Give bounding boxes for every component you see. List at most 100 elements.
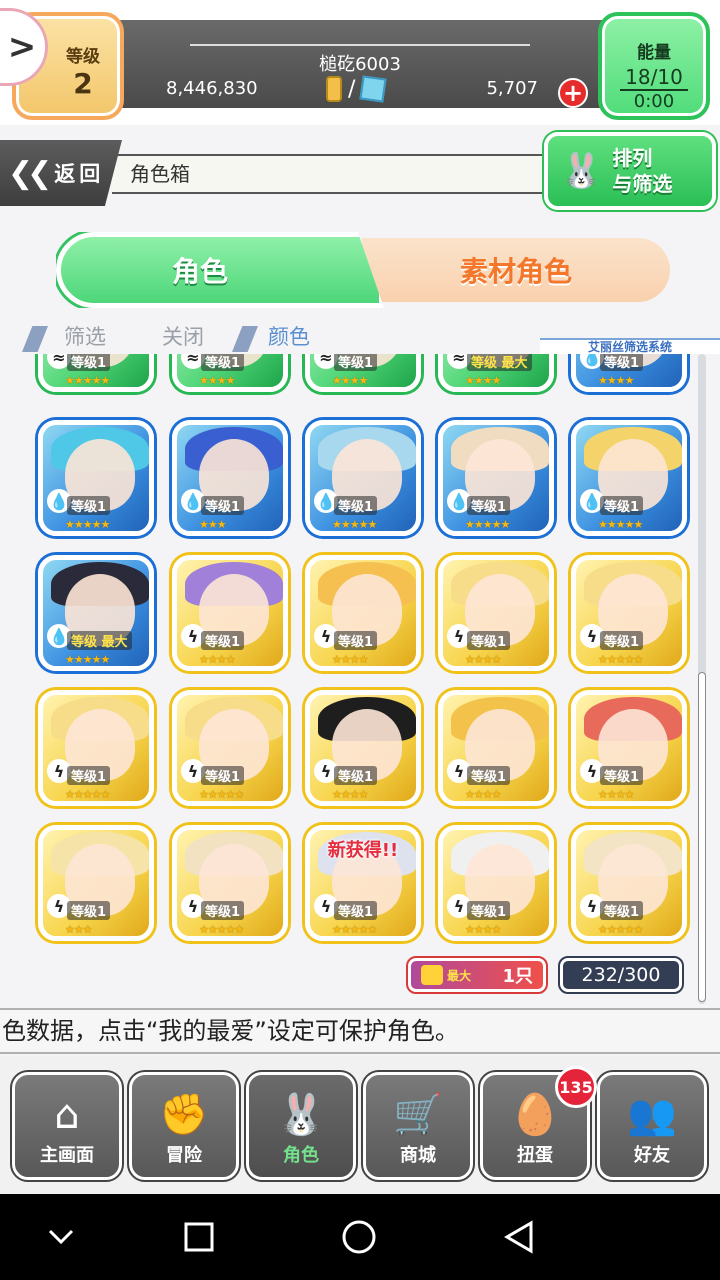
character-card[interactable]: ϟ 等级1 ★★★★: [438, 690, 554, 806]
character-card[interactable]: ϟ 等级1 ★★★★★: [571, 555, 687, 671]
page-title: 角色箱: [112, 154, 572, 194]
character-level: 等级1: [600, 354, 644, 371]
favorites-max-label: 最大: [447, 968, 472, 983]
character-card[interactable]: 💧 等级1 ★★★: [172, 420, 288, 536]
character-card[interactable]: ϟ 等级1 ★★★★: [305, 555, 421, 671]
rarity-stars: ★★★★: [465, 374, 501, 387]
character-card[interactable]: ϟ 等级1 ★★★★: [571, 690, 687, 806]
character-card[interactable]: ϟ 等级1 ★★★★: [305, 690, 421, 806]
back-label: 返回: [54, 162, 105, 186]
chevron-down-icon: [48, 1229, 74, 1245]
character-card[interactable]: ϟ 等级1 ★★★★: [438, 555, 554, 671]
scrollbar[interactable]: [698, 354, 706, 1004]
player-info-strip: 槌矻6003 8,446,830 / 5,707 +: [110, 20, 610, 108]
character-level: 等级1: [467, 901, 511, 920]
rarity-stars: ★★★★: [332, 374, 368, 387]
character-card[interactable]: 💧 等级1 ★★★★★: [305, 420, 421, 536]
nav-cart-button[interactable]: 🛒 商城: [361, 1070, 475, 1182]
character-card[interactable]: 💧 等级1 ★★★★: [571, 354, 687, 392]
filter-label[interactable]: 筛选: [64, 321, 106, 351]
back-system-button[interactable]: [496, 1214, 542, 1260]
rarity-stars: ★★★★: [199, 653, 235, 666]
rarity-stars: ★★★★★: [199, 788, 244, 801]
nav-home-button[interactable]: ⌂ 主画面: [10, 1070, 124, 1182]
hide-keyboard-button[interactable]: [38, 1214, 84, 1260]
rarity-stars: ★★★★: [332, 653, 368, 666]
character-level: 等级 最大: [67, 631, 132, 650]
recents-button[interactable]: [176, 1214, 222, 1260]
nav-friends-button[interactable]: 👥 好友: [595, 1070, 709, 1182]
rarity-stars: ★★★★: [199, 374, 235, 387]
character-card[interactable]: ϟ 等级1 ★★★★★: [172, 825, 288, 941]
friends-icon: 👥: [627, 1092, 677, 1138]
rarity-stars: ★★★★★: [332, 923, 377, 936]
character-card[interactable]: ≈ 等级 最大 ★★★★: [438, 354, 554, 392]
color-filter[interactable]: 颜色: [268, 321, 310, 351]
nav-label: 商城: [400, 1145, 436, 1166]
home-icon: ⌂: [54, 1092, 80, 1138]
character-card[interactable]: ϟ 等级1 ★★★★★: [571, 825, 687, 941]
character-card[interactable]: 💧 等级1 ★★★★★: [571, 420, 687, 536]
character-card[interactable]: ≈ 等级1 ★★★★: [172, 354, 288, 392]
character-level: 等级1: [201, 901, 245, 920]
character-card[interactable]: ϟ 等级1 ★★★★★: [172, 690, 288, 806]
character-level: 等级1: [600, 901, 644, 920]
handshake-icon: ✊: [159, 1092, 209, 1138]
rabbit-icon: 🐰: [276, 1092, 326, 1138]
home-system-button[interactable]: [336, 1214, 382, 1260]
rarity-stars: ★★★★: [598, 788, 634, 801]
character-level: 等级1: [600, 766, 644, 785]
rarity-stars: ★★★★: [598, 374, 634, 387]
rarity-stars: ★★★★★: [465, 518, 510, 531]
character-card[interactable]: 💧 等级 最大 ★★★★★: [38, 555, 154, 671]
character-card[interactable]: ϟ 等级1 ★★★: [38, 825, 154, 941]
character-card[interactable]: ϟ 等级1 ★★★★★: [38, 690, 154, 806]
character-level: 等级1: [467, 496, 511, 515]
circle-icon: [342, 1220, 376, 1254]
sort-label: 排列: [612, 146, 653, 170]
buy-gems-button[interactable]: +: [558, 78, 588, 108]
rabbit-icon: 🐰: [560, 151, 603, 191]
character-level: 等级1: [467, 631, 511, 650]
character-card[interactable]: ≈ 等级1 ★★★★: [305, 354, 421, 392]
character-level: 等级1: [334, 766, 378, 785]
energy-panel[interactable]: 能量 18/10 0:00: [598, 12, 710, 120]
rarity-stars: ★★★★★: [199, 923, 244, 936]
character-card[interactable]: 新获得!! ϟ 等级1 ★★★★★: [305, 825, 421, 941]
nav-rabbit-button[interactable]: 🐰 角色: [244, 1070, 358, 1182]
character-level: 等级1: [201, 496, 245, 515]
character-card[interactable]: 💧 等级1 ★★★★★: [38, 420, 154, 536]
nav-label: 角色: [283, 1145, 319, 1166]
filter-off-toggle[interactable]: 关闭: [162, 321, 204, 351]
character-card[interactable]: ϟ 等级1 ★★★★: [438, 825, 554, 941]
scrollbar-thumb[interactable]: [698, 672, 706, 1002]
nav-label: 好友: [634, 1145, 670, 1166]
new-acquired-badge: 新获得!!: [327, 840, 399, 861]
character-level: 等级1: [600, 631, 644, 650]
rarity-stars: ★★★★★: [65, 374, 110, 387]
character-level: 等级1: [67, 901, 111, 920]
chevron-right-icon: >: [7, 27, 37, 67]
character-grid[interactable]: ≈ 等级1 ★★★★★ ≈ 等级1 ★★★★ ≈ 等级1 ★★★★ ≈ 等级 最大 ★★★★ 💧 等级1 ★…: [22, 354, 698, 1004]
gem-amount: 5,707: [486, 78, 538, 99]
nav-label: 主画面: [40, 1145, 94, 1166]
rarity-stars: ★★★★★: [65, 788, 110, 801]
tab-characters[interactable]: 角色: [56, 232, 384, 308]
sort-filter-button[interactable]: 🐰 排列 与筛选: [544, 132, 716, 210]
character-card[interactable]: ϟ 等级1 ★★★★: [172, 555, 288, 671]
cart-icon: 🛒: [393, 1092, 443, 1138]
rarity-stars: ★★★★: [465, 923, 501, 936]
nav-label: 冒险: [166, 1145, 202, 1166]
nav-handshake-button[interactable]: ✊ 冒险: [127, 1070, 241, 1182]
energy-value: 18/10: [620, 65, 688, 91]
character-card[interactable]: 💧 等级1 ★★★★★: [438, 420, 554, 536]
gem-icon: [359, 75, 387, 103]
divider-slash: [232, 326, 258, 352]
square-icon: [184, 1222, 214, 1252]
rarity-stars: ★★★★★: [598, 518, 643, 531]
back-button[interactable]: ❮❮ 返回: [0, 140, 122, 206]
character-card[interactable]: ≈ 等级1 ★★★★★: [38, 354, 154, 392]
rarity-stars: ★★★★: [332, 788, 368, 801]
nav-label: 扭蛋: [517, 1145, 553, 1166]
tab-material-characters[interactable]: 素材角色: [362, 238, 670, 302]
